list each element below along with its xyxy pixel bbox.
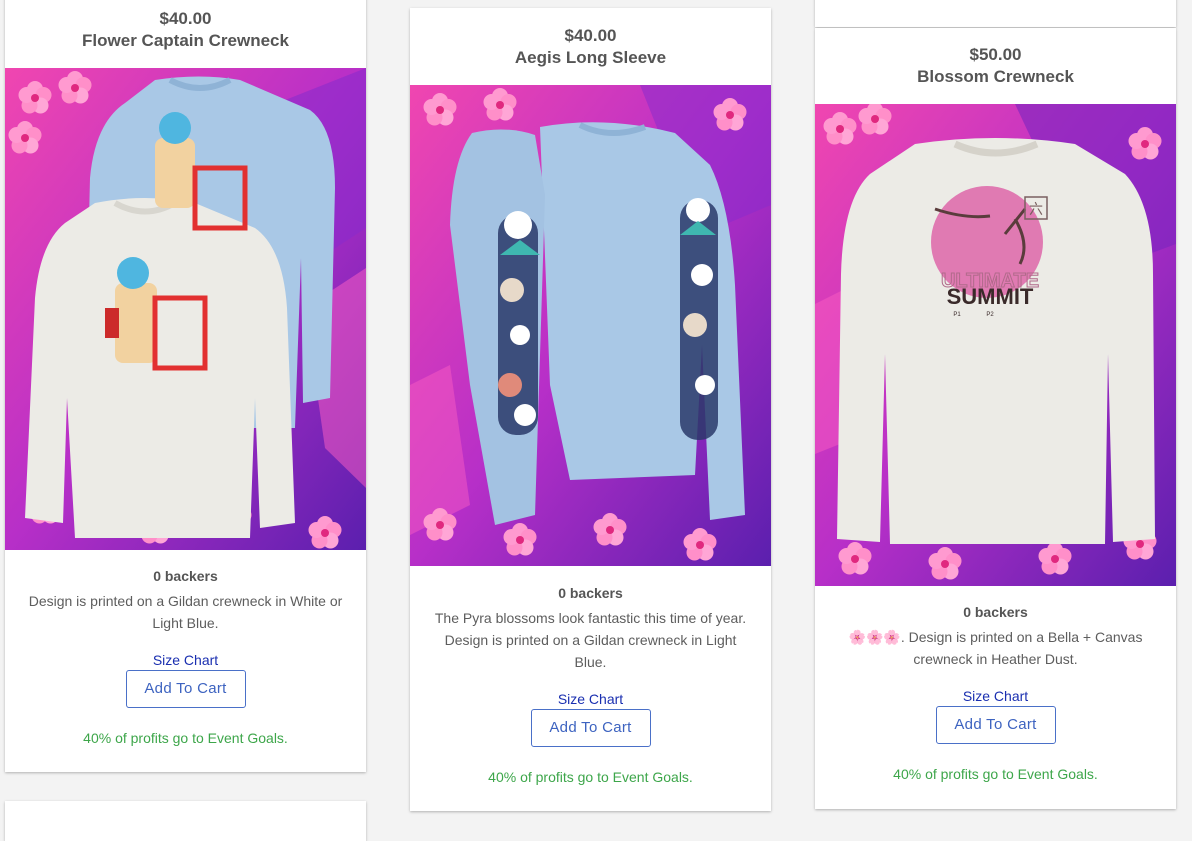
print-text-p2: P2: [986, 312, 994, 318]
event-goals-note: 40% of profits go to Event Goals.: [893, 766, 1098, 782]
add-to-cart-button[interactable]: Add To Cart: [935, 706, 1056, 744]
card-header: $50.00 Blossom Crewneck: [815, 28, 1176, 104]
product-card: $50.00 Blossom Crewneck 六 ULTIMATE SUMMI…: [815, 28, 1176, 809]
product-description: 🌸🌸🌸. Design is printed on a Bella + Canv…: [815, 626, 1176, 670]
print-text-p1: P1: [953, 312, 961, 318]
product-image[interactable]: [410, 85, 771, 567]
backers-count: 0 backers: [558, 585, 623, 601]
product-description: The Pyra blossoms look fantastic this ti…: [434, 610, 747, 670]
add-to-cart-button[interactable]: Add To Cart: [530, 709, 651, 747]
product-price: $40.00: [564, 26, 617, 45]
product-name: Blossom Crewneck: [917, 67, 1074, 86]
event-goals-note: 40% of profits go to Event Goals.: [83, 730, 288, 746]
size-chart-link[interactable]: Size Chart: [815, 688, 1176, 704]
backers-count: 0 backers: [963, 604, 1028, 620]
product-name: Flower Captain Crewneck: [82, 31, 289, 50]
backers-count: 0 backers: [153, 568, 218, 584]
product-name: Aegis Long Sleeve: [514, 48, 667, 67]
print-glyph: 六: [1029, 202, 1043, 218]
product-card: $40.00 Flower Captain Crewneck 0 backers…: [5, 0, 366, 772]
product-price: $40.00: [159, 9, 212, 28]
product-card-next: [5, 801, 366, 841]
product-card-prev: [815, 0, 1176, 27]
event-goals-note: 40% of profits go to Event Goals.: [488, 769, 693, 785]
add-to-cart-button[interactable]: Add To Cart: [125, 670, 246, 708]
product-image[interactable]: 六 ULTIMATE SUMMIT P1 P2: [815, 104, 1176, 586]
product-price: $50.00: [969, 45, 1022, 64]
card-header: $40.00 Aegis Long Sleeve: [410, 8, 771, 85]
cherry-blossom-icon: 🌸🌸🌸: [848, 629, 901, 645]
product-description: Design is printed on a Gildan crewneck i…: [28, 593, 343, 631]
card-header: $40.00 Flower Captain Crewneck: [5, 0, 366, 58]
product-description-text: . Design is printed on a Bella + Canvas …: [900, 629, 1143, 667]
product-card: $40.00 Aegis Long Sleeve 0 backers The P…: [410, 8, 771, 811]
size-chart-link[interactable]: Size Chart: [5, 652, 366, 668]
product-image[interactable]: [5, 68, 366, 550]
print-text-main: SUMMIT: [947, 284, 1034, 309]
size-chart-link[interactable]: Size Chart: [410, 691, 771, 707]
